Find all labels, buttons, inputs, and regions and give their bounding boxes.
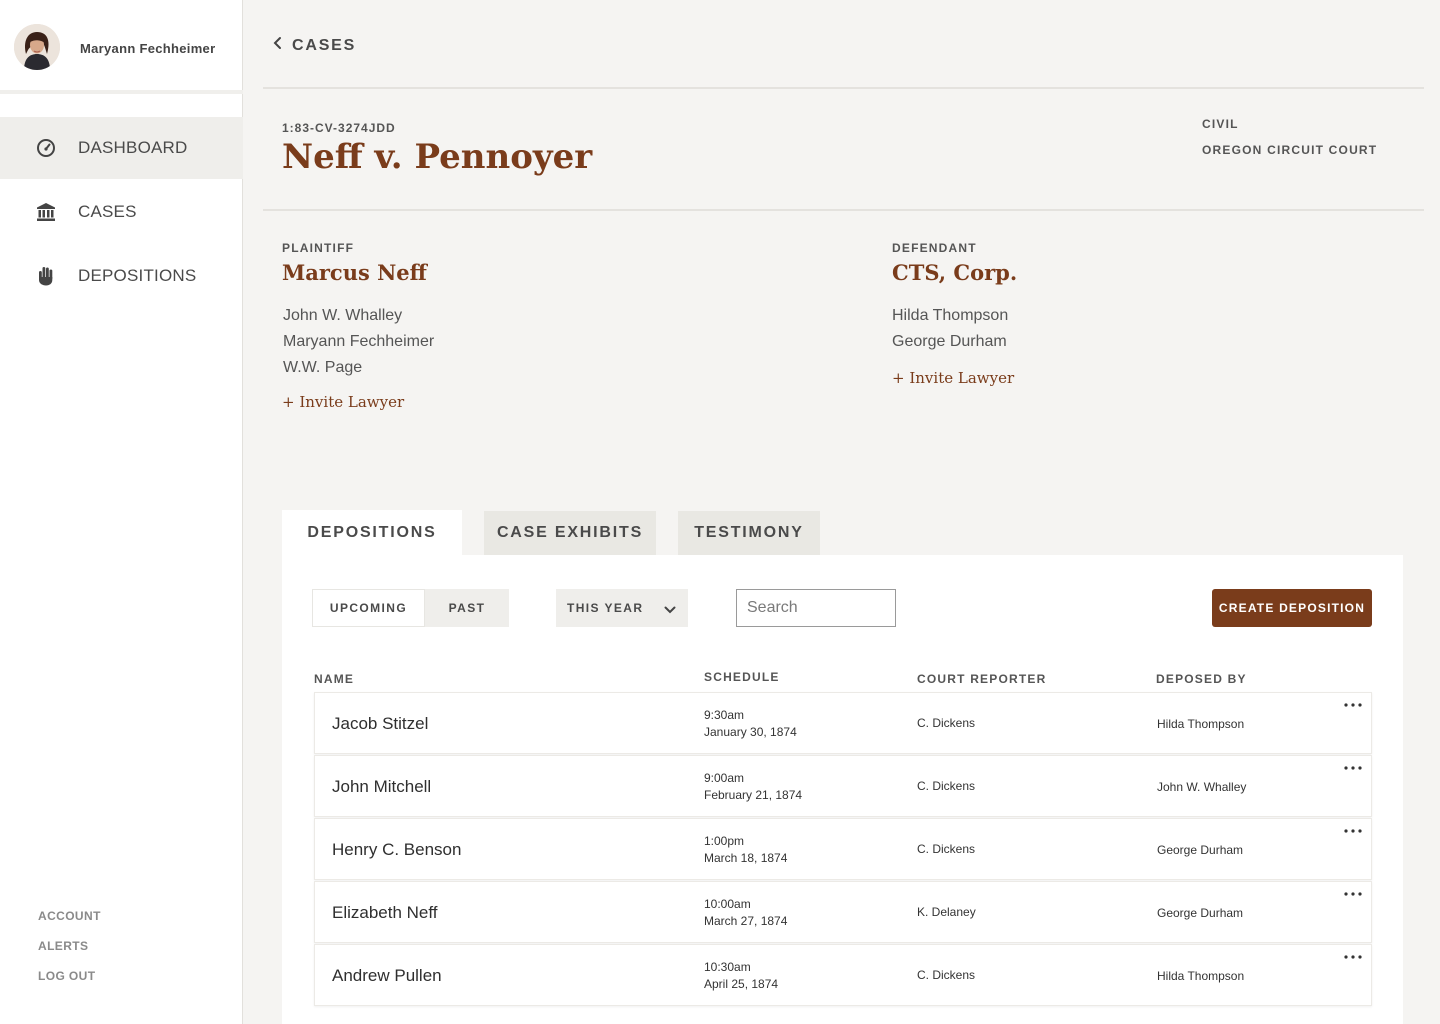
chevron-down-icon <box>664 602 676 620</box>
sidebar-item-depositions[interactable]: DEPOSITIONS <box>0 245 243 307</box>
schedule-time: 1:00pm <box>704 834 745 848</box>
sidebar-item-label: CASES <box>78 202 137 221</box>
tab-depositions[interactable]: DEPOSITIONS <box>282 510 462 556</box>
schedule: 9:00am February 21, 1874 <box>704 770 802 804</box>
sidebar-item-dashboard[interactable]: DASHBOARD <box>0 117 243 179</box>
deponent-name: Henry C. Benson <box>332 840 462 859</box>
account-link[interactable]: ACCOUNT <box>38 909 101 923</box>
plaintiff-lawyer: W.W. Page <box>283 359 363 376</box>
user-profile[interactable]: Maryann Fechheimer <box>0 0 243 94</box>
sidebar-item-label: DEPOSITIONS <box>78 266 197 285</box>
period-select-value: THIS YEAR <box>567 601 644 615</box>
schedule-time: 9:00am <box>704 771 745 785</box>
schedule-time: 9:30am <box>704 708 745 722</box>
schedule-date: April 25, 1874 <box>704 977 779 991</box>
sidebar: Maryann Fechheimer DASHBOARD CASES DEPOS… <box>0 0 243 1024</box>
deposed-by: Hilda Thompson <box>1157 717 1245 731</box>
schedule-date: March 18, 1874 <box>704 851 788 865</box>
schedule-date: February 21, 1874 <box>704 788 803 802</box>
column-header-deposed-by: DEPOSED BY <box>1156 672 1247 686</box>
deposed-by: George Durham <box>1157 843 1244 857</box>
court-reporter: C. Dickens <box>917 842 976 856</box>
deponent-name: Elizabeth Neff <box>332 903 438 922</box>
plaintiff-lawyer: John W. Whalley <box>283 307 403 324</box>
case-type: CIVIL <box>1202 117 1239 131</box>
table-row[interactable]: John Mitchell 9:00am February 21, 1874 C… <box>314 755 1372 817</box>
court-reporter: C. Dickens <box>917 968 976 982</box>
avatar-portrait-icon <box>14 24 60 70</box>
sidebar-item-label: DASHBOARD <box>78 138 188 157</box>
schedule-time: 10:30am <box>704 960 751 974</box>
plaintiff-label: PLAINTIFF <box>282 241 355 255</box>
case-title: Neff v. Pennoyer <box>282 137 593 177</box>
alerts-link[interactable]: ALERTS <box>38 939 88 953</box>
divider <box>263 209 1424 211</box>
tab-testimony[interactable]: TESTIMONY <box>678 511 820 555</box>
upcoming-past-toggle: UPCOMING PAST <box>312 589 509 627</box>
plaintiff-lawyer: Maryann Fechheimer <box>283 333 435 350</box>
breadcrumb-label: CASES <box>292 36 357 54</box>
column-header-court-reporter: COURT REPORTER <box>917 672 1047 686</box>
column-header-schedule: SCHEDULE <box>704 670 780 684</box>
back-to-cases-link[interactable]: CASES <box>272 36 356 55</box>
schedule: 10:30am April 25, 1874 <box>704 959 778 993</box>
more-options-icon[interactable] <box>1342 887 1364 901</box>
period-select[interactable]: THIS YEAR <box>556 589 688 627</box>
courthouse-icon <box>36 202 56 222</box>
deposed-by: George Durham <box>1157 906 1244 920</box>
schedule: 1:00pm March 18, 1874 <box>704 833 787 867</box>
deponent-name: Andrew Pullen <box>332 966 442 985</box>
more-options-icon[interactable] <box>1342 950 1364 964</box>
table-row[interactable]: Henry C. Benson 1:00pm March 18, 1874 C.… <box>314 818 1372 880</box>
upcoming-button[interactable]: UPCOMING <box>312 589 425 627</box>
more-options-icon[interactable] <box>1342 824 1364 838</box>
user-name: Maryann Fechheimer <box>80 41 216 56</box>
more-options-icon[interactable] <box>1342 698 1364 712</box>
deponent-name: Jacob Stitzel <box>332 714 429 733</box>
raised-hand-icon <box>36 266 56 286</box>
divider <box>263 87 1424 89</box>
table-row[interactable]: Jacob Stitzel 9:30am January 30, 1874 C.… <box>314 692 1372 754</box>
deposed-by: Hilda Thompson <box>1157 969 1245 983</box>
defendant-invite-lawyer-link[interactable]: + Invite Lawyer <box>892 369 1014 387</box>
past-button[interactable]: PAST <box>425 589 509 627</box>
sidebar-item-cases[interactable]: CASES <box>0 181 243 243</box>
deponent-name: John Mitchell <box>332 777 432 796</box>
schedule: 10:00am March 27, 1874 <box>704 896 787 930</box>
tab-case-exhibits[interactable]: CASE EXHIBITS <box>484 511 656 555</box>
column-header-name: NAME <box>314 672 355 686</box>
plaintiff-invite-lawyer-link[interactable]: + Invite Lawyer <box>282 393 404 411</box>
avatar[interactable] <box>14 24 60 70</box>
deposed-by: John W. Whalley <box>1157 780 1247 794</box>
defendant-name: CTS, Corp. <box>892 260 1018 285</box>
schedule-date: March 27, 1874 <box>704 914 788 928</box>
court-reporter: C. Dickens <box>917 716 976 730</box>
court-reporter: C. Dickens <box>917 779 976 793</box>
search-input[interactable] <box>736 589 896 627</box>
court-reporter: K. Delaney <box>917 905 976 919</box>
defendant-label: DEFENDANT <box>892 241 977 255</box>
gauge-icon <box>36 138 56 158</box>
create-deposition-button[interactable]: CREATE DEPOSITION <box>1212 589 1372 627</box>
schedule-date: January 30, 1874 <box>704 725 797 739</box>
schedule: 9:30am January 30, 1874 <box>704 707 797 741</box>
table-row[interactable]: Andrew Pullen 10:30am April 25, 1874 C. … <box>314 944 1372 1006</box>
chevron-left-icon <box>272 36 282 55</box>
defendant-lawyer: Hilda Thompson <box>892 307 1009 324</box>
plaintiff-name: Marcus Neff <box>282 260 427 285</box>
table-row[interactable]: Elizabeth Neff 10:00am March 27, 1874 K.… <box>314 881 1372 943</box>
case-court: OREGON CIRCUIT COURT <box>1202 143 1378 157</box>
logout-link[interactable]: LOG OUT <box>38 969 95 983</box>
defendant-lawyer: George Durham <box>892 333 1007 350</box>
more-options-icon[interactable] <box>1342 761 1364 775</box>
schedule-time: 10:00am <box>704 897 751 911</box>
case-number: 1:83-CV-3274JDD <box>282 121 396 135</box>
app: Maryann Fechheimer DASHBOARD CASES DEPOS… <box>0 0 1440 1024</box>
